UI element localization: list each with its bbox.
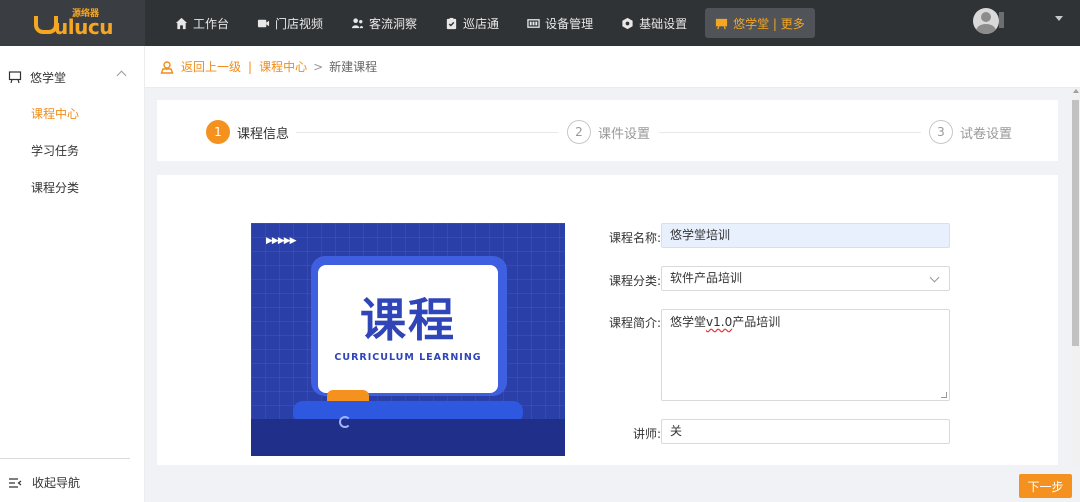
resize-handle-icon[interactable] [941,392,947,398]
collapse-nav-button[interactable]: 收起导航 [8,474,80,491]
step-number: 1 [206,120,230,144]
scroll-up-arrow-icon[interactable] [1073,89,1079,93]
nav-item-label: 基础设置 [639,16,688,31]
chevron-down-icon [929,272,940,283]
nav-item-label: 巡店通 [463,16,500,31]
field-course-name: 课程名称: 悠学堂培训 [609,223,950,248]
course-info-form-card: ▶▶▶▶▶ 课程 CURRICULUM LEARNING 课程名称: 悠学堂培训… [157,175,1058,465]
field-teacher: 讲师: 关 [609,419,950,444]
collapse-nav-label: 收起导航 [32,476,81,490]
nav-item-label: 门店视频 [275,16,324,31]
teach-icon [716,18,728,29]
step-course-info[interactable]: 1 课程信息 [206,120,289,144]
step-exam-settings[interactable]: 3 试卷设置 [929,120,1012,144]
step-label: 课件设置 [598,126,651,142]
settings-icon [622,17,633,29]
nav-item-basic-settings[interactable]: 基础设置 [611,8,697,38]
course-category-select[interactable]: 软件产品培训 [661,266,950,291]
logo-mark-icon [32,13,59,34]
intro-text-suffix: 产品培训 [732,315,781,329]
top-navbar: 源络器 ulucu 工作台 门店视频 客流洞察 巡店通 设备管理 基础设置 悠学… [0,0,1080,46]
people-icon [351,17,364,28]
teach-icon [8,71,22,84]
breadcrumb-parent-link[interactable]: 课程中心 [259,58,307,75]
back-user-icon [160,60,174,74]
next-step-button[interactable]: 下一步 [1019,474,1072,498]
brand-name-en: ulucu [54,14,113,39]
sidebar-divider [0,458,130,459]
home-icon [175,17,188,29]
chevron-up-icon [116,70,127,81]
cover-subtitle: CURRICULUM LEARNING [334,351,482,363]
teacher-input[interactable]: 关 [661,419,950,444]
nav-item-label: 客流洞察 [369,16,418,31]
checklist-icon [446,17,457,29]
sidebar-group-youxuetang[interactable]: 悠学堂 [0,64,145,90]
breadcrumb-arrow: > [313,59,324,74]
intro-text-misspelled: v1.0 [706,315,733,329]
nav-item-store-video[interactable]: 门店视频 [247,8,333,38]
step-number: 2 [567,120,591,144]
field-label: 课程简介: [609,316,662,330]
step-indicator: 1 课程信息 2 课件设置 3 试卷设置 [157,100,1058,161]
intro-text-prefix: 悠学堂 [670,315,707,329]
course-intro-textarea[interactable]: 悠学堂v1.0产品培训 [661,309,950,401]
sidebar-item-course-category[interactable]: 课程分类 [0,176,145,200]
page-scrollbar[interactable] [1071,88,1080,466]
brand-logo[interactable]: 源络器 ulucu [0,0,145,46]
video-icon [257,19,270,27]
cover-screen: 课程 CURRICULUM LEARNING [318,265,498,393]
step-connector [659,132,921,133]
nav-item-youxuetang-more[interactable]: 悠学堂 | 更多 [705,8,815,38]
field-label: 课程名称: [609,231,662,245]
step-label: 课程信息 [237,126,290,142]
breadcrumb: 返回上一级 | 课程中心 > 新建课程 [145,46,1080,88]
user-avatar[interactable] [973,8,999,34]
course-cover-image[interactable]: ▶▶▶▶▶ 课程 CURRICULUM LEARNING [251,223,565,456]
step-number: 3 [929,120,953,144]
breadcrumb-separator: | [248,59,253,74]
sidebar: 悠学堂 课程中心 学习任务 课程分类 收起导航 [0,46,145,502]
breadcrumb-current: 新建课程 [329,60,378,74]
user-menu-caret-icon[interactable] [1055,16,1063,21]
step-label: 试卷设置 [960,126,1013,142]
sidebar-item-course-center[interactable]: 课程中心 [0,102,145,126]
nav-item-label: 工作台 [193,16,230,31]
field-course-category: 课程分类: 软件产品培训 [609,266,950,291]
step-courseware-settings[interactable]: 2 课件设置 [567,120,650,144]
course-name-input[interactable]: 悠学堂培训 [661,223,950,248]
loading-ring-icon [339,416,351,428]
select-value: 软件产品培训 [670,271,743,285]
nav-item-device-management[interactable]: 设备管理 [517,8,603,38]
collapse-menu-icon [9,477,22,488]
nav-item-store-patrol[interactable]: 巡店通 [435,8,509,38]
play-arrows-icon: ▶▶▶▶▶ [266,236,297,246]
back-link[interactable]: 返回上一级 [181,58,241,75]
main-nav: 工作台 门店视频 客流洞察 巡店通 设备管理 基础设置 悠学堂 | 更多 [165,0,823,46]
field-label: 课程分类: [609,274,662,288]
sidebar-group-label: 悠学堂 [30,70,67,85]
nav-item-label: 悠学堂 | 更多 [733,16,805,31]
sidebar-item-learning-tasks[interactable]: 学习任务 [0,139,145,163]
field-course-intro: 课程简介: 悠学堂v1.0产品培训 [609,309,950,401]
avatar-badge [999,12,1004,28]
cover-floor [251,419,565,456]
nav-item-traffic-insight[interactable]: 客流洞察 [341,8,427,38]
step-connector [296,132,558,133]
cover-title: 课程 [360,293,456,348]
scrollbar-thumb[interactable] [1072,100,1079,346]
field-label: 讲师: [632,427,661,441]
nav-item-label: 设备管理 [545,16,594,31]
nav-item-workbench[interactable]: 工作台 [165,8,239,38]
device-icon [527,18,540,28]
